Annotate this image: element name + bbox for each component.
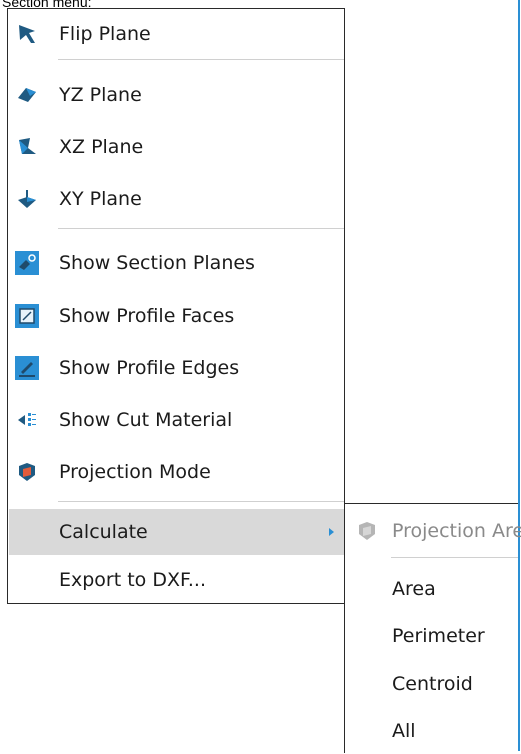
submenu-separator (391, 557, 518, 558)
menu-item-label: Projection Mode (59, 461, 211, 483)
menu-item-xz-plane[interactable]: XZ Plane (9, 124, 345, 170)
submenu-item-label: All (392, 720, 416, 742)
submenu-item-perimeter[interactable]: Perimeter (345, 613, 519, 659)
menu-item-label: Show Profile Faces (59, 305, 235, 327)
submenu-item-centroid[interactable]: Centroid (345, 661, 519, 707)
menu-separator (58, 59, 344, 60)
menu-item-label: XZ Plane (59, 136, 144, 158)
cut-material-icon (15, 408, 39, 432)
menu-item-label: Export to DXF... (59, 569, 206, 591)
calculate-submenu: Projection Are Area Perimeter Centroid A… (344, 503, 521, 754)
submenu-arrow-icon (329, 528, 334, 536)
yz-plane-icon (15, 83, 39, 107)
menu-item-label: YZ Plane (59, 84, 142, 106)
menu-item-show-profile-faces[interactable]: Show Profile Faces (9, 293, 345, 339)
submenu-item-area[interactable]: Area (345, 566, 519, 612)
projection-mode-icon (15, 460, 39, 484)
profile-faces-icon (15, 304, 39, 328)
menu-item-export-dxf[interactable]: Export to DXF... (9, 557, 345, 603)
submenu-item-label: Perimeter (392, 625, 485, 647)
menu-item-calculate[interactable]: Calculate (9, 509, 345, 555)
flip-plane-icon (15, 22, 39, 46)
submenu-item-label: Area (392, 578, 436, 600)
menu-item-show-cut-material[interactable]: Show Cut Material (9, 397, 345, 443)
menu-item-label: XY Plane (59, 188, 142, 210)
submenu-item-all[interactable]: All (345, 708, 519, 754)
menu-item-xy-plane[interactable]: XY Plane (9, 176, 345, 222)
profile-edges-icon (15, 356, 39, 380)
projection-area-icon (355, 519, 379, 543)
section-context-menu: Flip Plane YZ Plane XZ Plane XY Plane Sh… (7, 8, 345, 604)
menu-item-label: Show Profile Edges (59, 357, 240, 379)
xz-plane-icon (15, 135, 39, 159)
section-planes-icon (15, 251, 39, 275)
menu-separator (58, 501, 344, 502)
submenu-item-label: Centroid (392, 673, 473, 695)
menu-item-show-profile-edges[interactable]: Show Profile Edges (9, 345, 345, 391)
menu-item-label: Show Section Planes (59, 252, 255, 274)
submenu-item-projection-area[interactable]: Projection Are (345, 508, 521, 554)
menu-item-label: Show Cut Material (59, 409, 233, 431)
menu-item-yz-plane[interactable]: YZ Plane (9, 72, 345, 118)
submenu-item-label: Projection Are (392, 520, 521, 542)
menu-item-flip-plane[interactable]: Flip Plane (9, 11, 345, 57)
xy-plane-icon (15, 187, 39, 211)
menu-separator (58, 228, 344, 229)
menu-item-show-section-planes[interactable]: Show Section Planes (9, 240, 345, 286)
menu-item-label: Flip Plane (59, 23, 151, 45)
menu-item-projection-mode[interactable]: Projection Mode (9, 449, 345, 495)
menu-item-label: Calculate (59, 521, 148, 543)
